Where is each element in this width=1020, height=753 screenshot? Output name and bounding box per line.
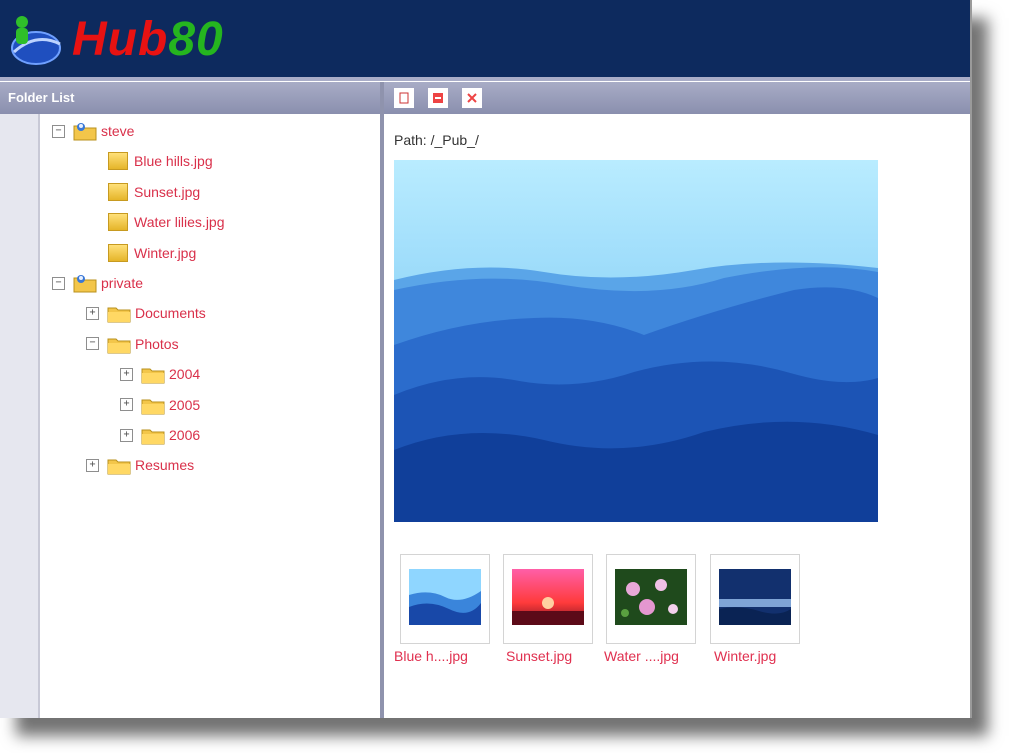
tree-item[interactable]: + Resumes [86, 452, 194, 478]
close-icon[interactable] [462, 88, 482, 108]
globe-user-icon [11, 16, 61, 65]
logo-text-80: 80 [168, 13, 224, 66]
image-file-icon [108, 243, 128, 262]
app-logo: Hub80 [72, 12, 224, 68]
tree-item[interactable]: Winter.jpg [108, 240, 196, 266]
user-folder-icon [73, 121, 97, 141]
tree-item-label: Winter.jpg [134, 244, 197, 261]
image-file-icon [108, 213, 128, 232]
tree-item[interactable]: Sunset.jpg [108, 179, 200, 205]
image-file-icon [108, 152, 128, 171]
tree-item-label: Documents [135, 305, 206, 322]
tree-item-label: private [101, 275, 144, 291]
folder-icon [141, 425, 165, 445]
thumbnail-sunset[interactable] [503, 554, 593, 644]
tree-item-label: Water lilies.jpg [134, 214, 225, 231]
thumbnail-water-lilies[interactable] [606, 554, 696, 644]
folder-icon [141, 364, 165, 384]
user-folder-icon [73, 273, 97, 293]
header-bar: Hub80 [0, 0, 970, 81]
preview-panel: Path: /_Pub_/ Blue h....jpg Sunset.jpg W… [384, 82, 970, 718]
tree-item[interactable]: Blue hills.jpg [108, 148, 213, 174]
folder-list-title: Folder List [0, 82, 380, 114]
tree-item-label: steve [101, 123, 135, 139]
logo-text-hub: Hub [72, 13, 169, 66]
thumbnail-label[interactable]: Water ....jpg [604, 648, 679, 664]
tree-item[interactable]: − steve [52, 118, 134, 144]
folder-list-panel: Folder List − steve Blue hills.jpg Sunset.j… [0, 82, 384, 718]
collapse-icon[interactable]: − [52, 124, 65, 138]
folder-icon [141, 395, 165, 415]
preview-image [394, 160, 878, 522]
folder-icon [107, 334, 131, 354]
tree-item-label: Photos [135, 335, 179, 352]
tree-item-label: Blue hills.jpg [134, 153, 213, 170]
tree-item-label: Resumes [135, 457, 195, 474]
tree-item[interactable]: − private [52, 270, 143, 296]
thumbnail-winter[interactable] [710, 554, 800, 644]
tree-item[interactable]: +2006 [120, 422, 200, 448]
collapse-icon[interactable]: − [52, 276, 65, 290]
path-label: Path: /_Pub_/ [394, 132, 479, 148]
tree-item[interactable]: +2005 [120, 392, 200, 418]
folder-icon [107, 303, 131, 323]
panel-gutter [0, 114, 40, 718]
thumbnail-label[interactable]: Winter.jpg [714, 648, 776, 664]
image-file-icon [108, 182, 128, 201]
minus-icon[interactable] [428, 88, 448, 108]
expand-icon[interactable]: + [120, 367, 133, 381]
preview-toolbar [384, 82, 970, 114]
tree-item-label: Sunset.jpg [134, 183, 201, 200]
thumbnail-label[interactable]: Blue h....jpg [394, 648, 468, 664]
expand-icon[interactable]: + [86, 306, 99, 320]
collapse-icon[interactable]: − [86, 337, 99, 351]
page-icon[interactable] [394, 88, 414, 108]
folder-tree: − steve Blue hills.jpg Sunset.jpg Water lili… [38, 114, 380, 718]
thumbnail-label[interactable]: Sunset.jpg [506, 648, 572, 664]
expand-icon[interactable]: + [120, 428, 133, 442]
folder-icon [107, 455, 131, 475]
expand-icon[interactable]: + [86, 458, 99, 472]
tree-item[interactable]: Water lilies.jpg [108, 209, 225, 235]
tree-item[interactable]: +2004 [120, 361, 200, 387]
expand-icon[interactable]: + [120, 398, 133, 412]
thumbnail-blue-hills[interactable] [400, 554, 490, 644]
tree-item[interactable]: + Documents [86, 300, 206, 326]
app-window: Hub80 Folder List − steve Blue hills.jpg Su… [0, 0, 972, 718]
tree-item-label: 2006 [169, 427, 201, 443]
tree-item[interactable]: − Photos [86, 331, 179, 357]
tree-item-label: 2004 [169, 366, 201, 383]
tree-item-label: 2005 [169, 396, 201, 413]
